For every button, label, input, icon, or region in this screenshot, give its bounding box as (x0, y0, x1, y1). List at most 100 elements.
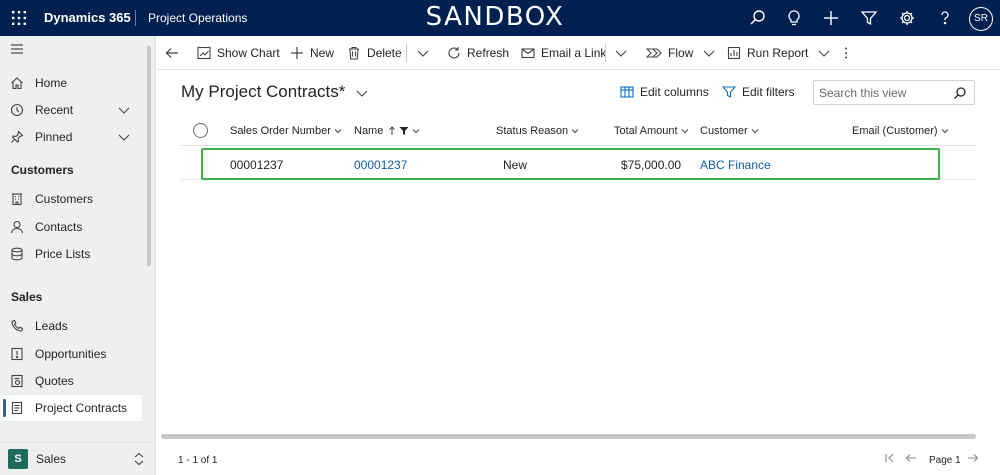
sidebar-item-customers[interactable]: Customers (0, 186, 142, 212)
grid-header: Sales Order Number Name Status Reason To… (181, 118, 976, 146)
sidebar-item-label: Leads (35, 319, 68, 333)
column-header-status-reason[interactable]: Status Reason (496, 125, 579, 137)
chevron-down-icon (412, 129, 420, 134)
sidebar-scrollbar[interactable] (147, 46, 151, 266)
arrow-left-icon (905, 454, 916, 462)
sort-ascending-icon (389, 126, 396, 135)
arrow-left-icon (165, 48, 178, 58)
column-header-sales-order-number[interactable]: Sales Order Number (230, 125, 342, 137)
lightbulb-icon[interactable] (784, 8, 804, 28)
sidebar-group-title: Sales (11, 290, 43, 304)
sidebar-item-home[interactable]: Home (0, 70, 142, 96)
new-label: New (310, 46, 335, 60)
edit-columns-label: Edit columns (640, 85, 709, 99)
sidebar-item-label: Pinned (35, 130, 73, 144)
edit-filters-button[interactable]: Edit filters (722, 85, 795, 99)
area-switcher[interactable]: S Sales (0, 442, 156, 475)
sidebar-collapse-button[interactable] (0, 36, 142, 62)
chevron-down-icon[interactable] (118, 131, 130, 143)
gear-icon[interactable] (897, 8, 917, 28)
sidebar-item-leads[interactable]: Leads (0, 313, 142, 339)
help-icon[interactable] (935, 8, 955, 28)
chevron-down-icon (417, 50, 429, 57)
previous-page-button[interactable] (905, 452, 917, 467)
edit-filters-label: Edit filters (742, 85, 795, 99)
search-input[interactable] (814, 81, 944, 104)
first-page-icon (885, 453, 894, 463)
column-header-name[interactable]: Name (354, 125, 420, 137)
cell-customer-link[interactable]: ABC Finance (700, 158, 771, 172)
column-header-total-amount[interactable]: Total Amount (614, 125, 689, 137)
chevron-up-down-icon[interactable] (133, 452, 145, 466)
flow-button[interactable]: Flow (646, 44, 721, 62)
delete-button[interactable]: Delete (347, 44, 402, 62)
home-icon (11, 77, 23, 90)
building-icon (12, 193, 22, 206)
chevron-down-icon[interactable] (118, 104, 130, 116)
more-commands-button[interactable] (843, 44, 855, 62)
record-count: 1 - 1 of 1 (178, 455, 218, 466)
new-button[interactable]: New (290, 44, 334, 62)
sidebar-item-pinned[interactable]: Pinned (0, 124, 142, 150)
area-label: Sales (36, 452, 67, 466)
chevron-down-icon (941, 129, 948, 134)
next-page-button[interactable] (967, 452, 979, 467)
run-report-button[interactable]: Run Report (727, 44, 836, 62)
sidebar-item-opportunities[interactable]: Opportunities (0, 341, 142, 367)
edit-columns-button[interactable]: Edit columns (620, 85, 709, 99)
show-chart-button[interactable]: Show Chart (197, 44, 280, 62)
select-all-checkbox[interactable] (193, 123, 208, 138)
column-header-label: Name (354, 125, 384, 137)
column-header-label: Email (Customer) (852, 125, 938, 137)
sidebar-item-price-lists[interactable]: Price Lists (0, 241, 142, 267)
search-icon[interactable] (748, 8, 768, 28)
refresh-icon (448, 47, 460, 59)
plus-icon[interactable] (821, 8, 841, 28)
arrow-right-icon (968, 454, 979, 462)
column-header-email-customer[interactable]: Email (Customer) (852, 125, 949, 137)
top-bar: Dynamics 365 Project Operations SANDBOX … (0, 0, 1000, 36)
email-link-label: Email a Link (541, 46, 607, 60)
email-icon (521, 48, 535, 59)
more-delete-dropdown[interactable] (417, 44, 435, 62)
back-button[interactable] (165, 44, 185, 62)
filter-icon (399, 127, 409, 135)
filter-icon[interactable] (859, 8, 879, 28)
sidebar-item-label: Home (35, 76, 68, 90)
sidebar-item-contacts[interactable]: Contacts (0, 214, 142, 240)
column-header-label: Customer (700, 125, 748, 137)
first-page-button[interactable] (884, 452, 896, 467)
search-box (813, 80, 975, 105)
cell-name-link[interactable]: 00001237 (354, 158, 407, 172)
command-bar: Show Chart New Delete Refresh Email a Li… (157, 36, 1000, 70)
sidebar-item-project-contracts[interactable]: Project Contracts (0, 395, 142, 421)
chevron-down-icon (356, 90, 368, 97)
refresh-label: Refresh (467, 46, 510, 60)
column-header-label: Total Amount (614, 125, 678, 137)
email-link-button[interactable]: Email a Link (521, 44, 606, 62)
chevron-down-icon (751, 129, 759, 134)
divider (406, 44, 407, 62)
sidebar-item-recent[interactable]: Recent (0, 97, 142, 123)
avatar[interactable]: SR (969, 7, 993, 31)
columns-icon (620, 86, 634, 98)
chevron-down-icon (571, 129, 579, 134)
phone-person-icon (11, 319, 24, 332)
person-icon (10, 220, 24, 234)
sidebar-item-quotes[interactable]: Quotes (0, 368, 142, 394)
more-vertical-icon (845, 47, 847, 59)
sidebar-item-label: Price Lists (35, 247, 91, 261)
delete-label: Delete (367, 46, 402, 60)
column-header-customer[interactable]: Customer (700, 125, 759, 137)
flow-label: Flow (668, 46, 694, 60)
hamburger-icon[interactable] (10, 42, 24, 56)
chevron-down-icon (334, 129, 342, 134)
refresh-button[interactable]: Refresh (447, 44, 509, 62)
search-icon[interactable] (953, 86, 967, 100)
view-selector[interactable]: My Project Contracts* (181, 82, 368, 102)
more-email-dropdown[interactable] (615, 44, 633, 62)
show-chart-label: Show Chart (217, 46, 280, 60)
horizontal-scrollbar[interactable] (161, 434, 976, 439)
clock-icon (10, 103, 24, 117)
table-row[interactable]: 00001237 00001237 New $75,000.00 ABC Fin… (181, 148, 976, 180)
